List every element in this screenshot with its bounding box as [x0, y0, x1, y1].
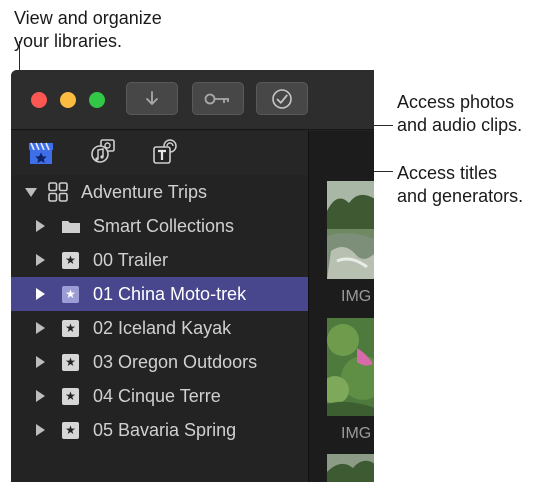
libraries-tab[interactable]	[26, 137, 56, 167]
sidebar-item-event[interactable]: ★ 02 Iceland Kayak	[11, 311, 308, 345]
sidebar-item-event[interactable]: ★ 00 Trailer	[11, 243, 308, 277]
star-icon: ★	[62, 319, 79, 337]
star-icon: ★	[62, 353, 79, 371]
sidebar-item-event-selected[interactable]: ★ 01 China Moto-trek	[11, 277, 308, 311]
clip-caption: IMG	[341, 425, 372, 442]
disclosure-triangle[interactable]	[36, 220, 45, 232]
sidebar-item-label: 05 Bavaria Spring	[93, 419, 237, 440]
checkmark-circle-icon	[272, 88, 292, 109]
background-tasks-button[interactable]	[256, 82, 308, 115]
sidebar-item-label: 04 Cinque Terre	[93, 385, 221, 406]
maximize-window-button[interactable]	[89, 92, 105, 108]
keywords-button[interactable]	[192, 82, 244, 115]
disclosure-triangle-expanded[interactable]	[25, 188, 37, 197]
callout-libraries: View and organize your libraries.	[14, 7, 162, 53]
disclosure-triangle[interactable]	[36, 356, 45, 368]
clip-thumbnail[interactable]	[327, 181, 374, 279]
photos-audio-icon	[91, 139, 115, 163]
callout-photos-audio: Access photos and audio clips.	[397, 91, 522, 137]
import-button[interactable]	[126, 82, 178, 115]
disclosure-triangle[interactable]	[36, 424, 45, 436]
sidebar-item-label: 01 China Moto-trek	[93, 283, 247, 304]
clip-thumbnail-image	[327, 454, 374, 482]
disclosure-triangle[interactable]	[36, 322, 45, 334]
disclosure-triangle[interactable]	[36, 288, 45, 300]
callout-line: and audio clips.	[397, 115, 523, 135]
browser-clip-pane: IMG IMG	[308, 131, 374, 482]
callout-line: View and organize	[14, 8, 162, 28]
sidebar-item-label: Smart Collections	[93, 215, 235, 236]
star-icon: ★	[62, 285, 79, 303]
titles-generators-tab[interactable]	[150, 137, 180, 167]
title-bar	[11, 70, 374, 130]
minimize-window-button[interactable]	[60, 92, 76, 108]
callout-line: and generators.	[397, 186, 524, 206]
key-icon	[204, 93, 229, 104]
clip-caption: IMG	[341, 288, 372, 305]
clip-thumbnail[interactable]	[327, 318, 374, 416]
callout-line: Access photos	[397, 92, 515, 112]
libraries-icon	[29, 142, 53, 164]
star-icon: ★	[62, 251, 79, 269]
sidebar-item-event[interactable]: ★ 05 Bavaria Spring	[11, 413, 308, 447]
browser-tab-bar	[11, 131, 308, 175]
disclosure-triangle[interactable]	[36, 390, 45, 402]
clip-thumbnail-image	[327, 318, 374, 416]
library-sidebar: Adventure Trips Smart Collections ★ 00 T…	[11, 175, 308, 482]
clip-thumbnail-image	[327, 181, 374, 279]
clip-thumbnail[interactable]	[327, 454, 374, 482]
library-row[interactable]: Adventure Trips	[11, 175, 308, 209]
sidebar-item-label: 03 Oregon Outdoors	[93, 351, 258, 372]
titles-generators-icon	[153, 139, 177, 164]
photos-audio-tab[interactable]	[89, 137, 119, 167]
sidebar-item-event[interactable]: ★ 03 Oregon Outdoors	[11, 345, 308, 379]
star-icon: ★	[62, 387, 79, 405]
library-icon	[48, 182, 68, 202]
callout-line: Access titles	[397, 163, 498, 183]
download-icon	[146, 90, 158, 105]
sidebar-item-event[interactable]: ★ 04 Cinque Terre	[11, 379, 308, 413]
sidebar-item-label: 00 Trailer	[93, 249, 169, 270]
close-window-button[interactable]	[31, 92, 47, 108]
star-icon: ★	[62, 421, 79, 439]
app-window: Adventure Trips Smart Collections ★ 00 T…	[11, 70, 374, 482]
callout-line: your libraries.	[14, 31, 123, 51]
callout-titles-generators: Access titles and generators.	[397, 162, 523, 208]
sidebar-item-smart-collections[interactable]: Smart Collections	[11, 209, 308, 243]
sidebar-item-label: 02 Iceland Kayak	[93, 317, 232, 338]
library-name: Adventure Trips	[81, 181, 208, 202]
disclosure-triangle[interactable]	[36, 254, 45, 266]
folder-icon	[62, 221, 80, 233]
